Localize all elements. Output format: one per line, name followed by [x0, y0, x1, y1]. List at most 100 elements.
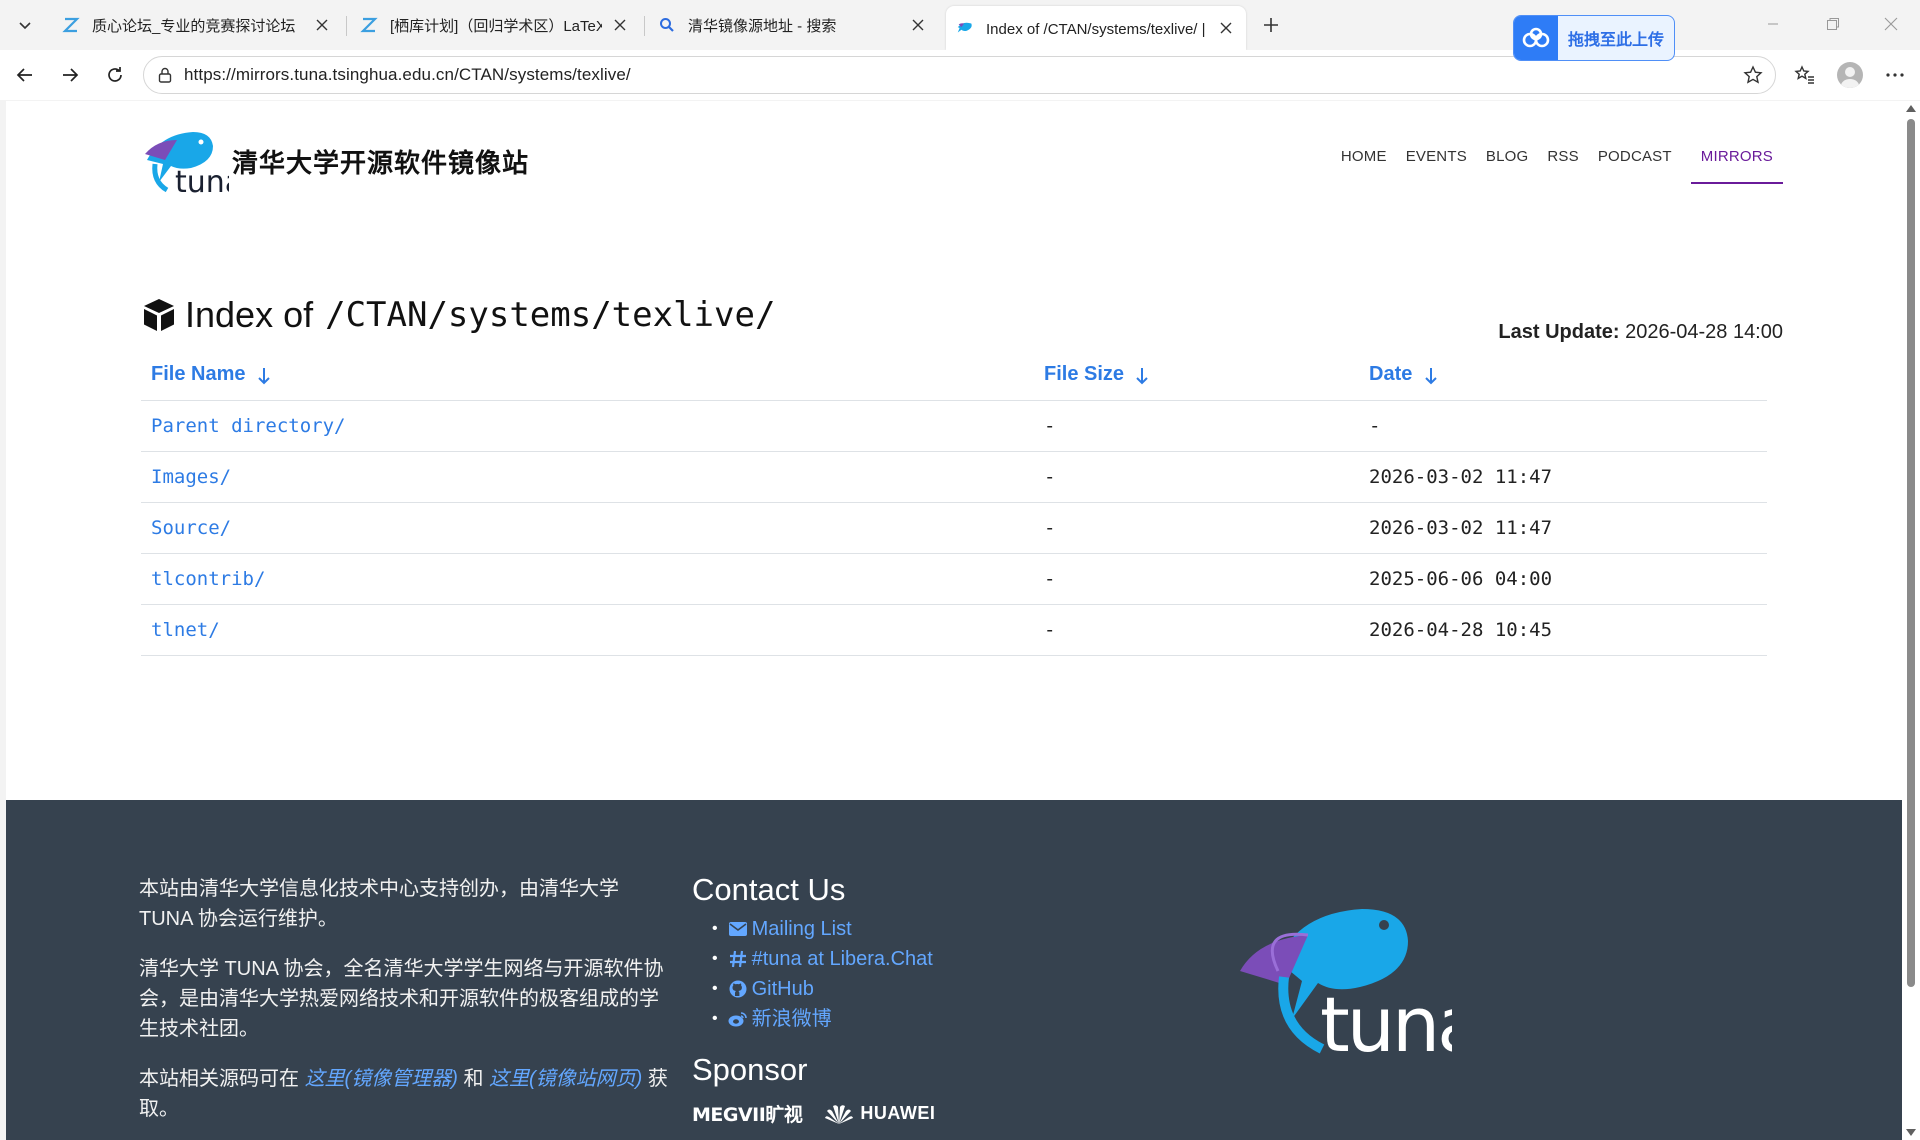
close-icon[interactable] — [1216, 18, 1236, 38]
baidu-drag-upload-widget[interactable]: 拖拽至此上传 — [1513, 15, 1675, 61]
file-link[interactable]: tlnet/ — [151, 619, 220, 641]
browser-tab-2[interactable]: [栖库计划]（回归学术区）LaTeX: — [350, 6, 640, 44]
lock-icon[interactable] — [156, 66, 174, 84]
contact-heading: Contact Us — [692, 872, 846, 907]
sort-arrow-down-icon[interactable] — [1136, 367, 1149, 385]
contact-label: GitHub — [751, 978, 814, 1000]
tab-actions-menu-button[interactable] — [8, 8, 42, 42]
baidu-cloud-icon — [1514, 16, 1558, 60]
browser-tab-strip: 质心论坛_专业的竞赛探讨论坛 [栖库计划]（回归学术区）LaTeX: 清华镜像源… — [0, 0, 1920, 61]
last-update-label: Last Update: — [1498, 321, 1620, 343]
table-row: Source/ - 2026-03-02 11:47 — [141, 503, 1767, 554]
contact-label: 新浪微博 — [751, 1008, 832, 1030]
site-footer: 本站由清华大学信息化技术中心支持创办，由清华大学 TUNA 协会运行维护。 清华… — [6, 800, 1902, 1140]
browser-tab-4-active[interactable]: Index of /CTAN/systems/texlive/ | 清 — [946, 6, 1246, 50]
sort-arrow-down-icon[interactable] — [258, 367, 270, 385]
contact-label: #tuna at Libera.Chat — [751, 948, 933, 970]
file-link[interactable]: Images/ — [151, 466, 231, 488]
nav-rss[interactable]: RSS — [1547, 148, 1578, 184]
huawei-logo[interactable]: HUAWEI — [824, 1103, 935, 1125]
envelope-icon — [728, 919, 748, 939]
scroll-up-arrow-icon[interactable] — [1906, 105, 1916, 112]
favorites-list-icon — [1794, 65, 1814, 84]
table-row: Images/ - 2026-03-02 11:47 — [141, 452, 1767, 503]
forward-button[interactable] — [53, 58, 87, 92]
file-link[interactable]: tlcontrib/ — [151, 568, 265, 590]
close-icon[interactable] — [908, 15, 928, 35]
address-bar[interactable]: https://mirrors.tuna.tsinghua.edu.cn/CTA… — [143, 56, 1776, 94]
last-update-value: 2026-04-28 14:00 — [1625, 321, 1783, 343]
mailing-list-link[interactable]: Mailing List — [728, 914, 852, 944]
file-link[interactable]: Parent directory/ — [151, 415, 345, 437]
back-button[interactable] — [8, 58, 42, 92]
browser-tab-3[interactable]: 清华镜像源地址 - 搜索 — [648, 6, 938, 44]
file-size: - — [1044, 619, 1056, 641]
browser-tab-1[interactable]: 质心论坛_专业的竞赛探讨论坛 — [52, 6, 342, 44]
site-nav: HOME EVENTS BLOG RSS PODCAST MIRRORS — [1322, 148, 1783, 184]
nav-podcast[interactable]: PODCAST — [1598, 148, 1672, 184]
tuna-logo[interactable]: tuna — [139, 128, 229, 196]
col-file-size-label[interactable]: File Size — [1044, 363, 1124, 385]
window-close-button[interactable] — [1866, 8, 1916, 40]
file-size: - — [1044, 568, 1056, 590]
huawei-flower-icon — [825, 1104, 854, 1124]
tuna-footer-logo: tuna — [1240, 909, 1452, 1061]
scrollbar-thumb[interactable] — [1907, 119, 1915, 987]
avatar — [1837, 62, 1863, 88]
nav-blog[interactable]: BLOG — [1486, 148, 1528, 184]
favorite-star-icon[interactable] — [1743, 65, 1763, 85]
nav-mirrors[interactable]: MIRRORS — [1690, 148, 1783, 184]
svg-text:tuna: tuna — [175, 165, 229, 196]
minimize-icon — [1768, 23, 1778, 25]
favorites-button[interactable] — [1788, 58, 1822, 92]
plus-icon — [1264, 18, 1278, 32]
file-date: 2026-03-02 11:47 — [1369, 517, 1553, 539]
github-link[interactable]: GitHub — [728, 974, 814, 1004]
file-date: 2025-06-06 04:00 — [1369, 568, 1553, 590]
nav-events[interactable]: EVENTS — [1406, 148, 1467, 184]
github-icon — [728, 979, 748, 999]
cube-icon — [144, 299, 174, 331]
page-scrollbar[interactable] — [1902, 101, 1920, 1140]
file-size: - — [1044, 517, 1056, 539]
arrow-left-icon — [16, 68, 32, 82]
close-icon[interactable] — [312, 15, 332, 35]
megvii-logo[interactable]: MEGVII旷视 — [692, 1100, 803, 1127]
chevron-down-icon — [19, 22, 31, 30]
z-logo-icon — [360, 16, 378, 34]
irc-link[interactable]: #tuna at Libera.Chat — [728, 944, 933, 974]
minimize-button[interactable] — [1748, 8, 1798, 40]
profile-button[interactable] — [1833, 58, 1867, 92]
z-logo-icon — [62, 16, 80, 34]
new-tab-button[interactable] — [1254, 10, 1288, 40]
footer-about: 本站由清华大学信息化技术中心支持创办，由清华大学 TUNA 协会运行维护。 清华… — [139, 874, 669, 1140]
footer-contact: Contact Us Mailing List #tuna at Libera.… — [692, 872, 935, 1127]
nav-home[interactable]: HOME — [1341, 148, 1387, 184]
tab-title: [栖库计划]（回归学术区）LaTeX: — [390, 17, 602, 35]
file-date: 2026-04-28 10:45 — [1369, 619, 1553, 641]
close-icon[interactable] — [610, 15, 630, 35]
file-date: - — [1369, 415, 1381, 437]
restore-button[interactable] — [1808, 8, 1858, 40]
url-text[interactable]: https://mirrors.tuna.tsinghua.edu.cn/CTA… — [184, 65, 631, 85]
refresh-button[interactable] — [98, 58, 132, 92]
page-title: Index of /CTAN/systems/texlive/ — [141, 294, 775, 336]
table-row: Parent directory/ - - — [141, 401, 1767, 452]
col-date[interactable]: Date — [1359, 363, 1767, 386]
weibo-link[interactable]: 新浪微博 — [728, 1004, 832, 1034]
col-file-size[interactable]: File Size — [1034, 363, 1359, 386]
mirror-web-source-link[interactable]: 这里(镜像站网页) — [489, 1068, 642, 1090]
table-row: tlcontrib/ - 2025-06-06 04:00 — [141, 554, 1767, 605]
file-link[interactable]: Source/ — [151, 517, 231, 539]
list-item: 新浪微博 — [712, 1004, 935, 1034]
scroll-down-arrow-icon[interactable] — [1906, 1129, 1916, 1136]
col-file-name[interactable]: File Name — [141, 363, 1034, 386]
settings-more-button[interactable] — [1878, 58, 1912, 92]
col-file-name-label[interactable]: File Name — [151, 363, 245, 385]
more-horizontal-icon — [1886, 73, 1904, 77]
tab-separator — [346, 16, 347, 36]
col-date-label[interactable]: Date — [1369, 363, 1412, 385]
mirror-manager-source-link[interactable]: 这里(镜像管理器) — [305, 1068, 458, 1090]
sort-arrow-down-icon[interactable] — [1425, 367, 1437, 385]
site-name[interactable]: 清华大学开源软件镜像站 — [232, 143, 529, 180]
